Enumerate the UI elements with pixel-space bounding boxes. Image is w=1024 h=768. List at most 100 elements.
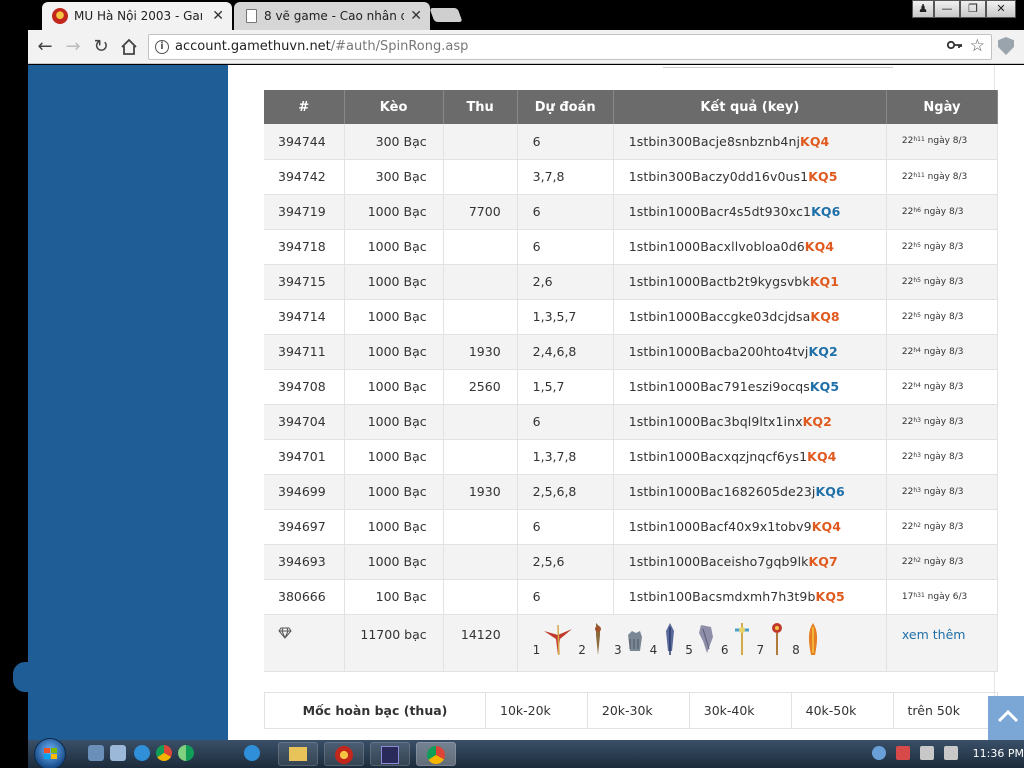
cell-thu <box>443 159 518 195</box>
screen: MU Hà Nội 2003 - Game ✕ 8 vẽ game - Cao … <box>0 0 1024 768</box>
game-icon <box>335 746 353 764</box>
show-desktop-icon[interactable] <box>88 745 104 761</box>
time-hour: 22 <box>901 416 914 427</box>
close-window-button[interactable]: ✕ <box>986 0 1016 18</box>
time-minute: h5 <box>913 276 921 284</box>
time-minute: h2 <box>913 556 921 564</box>
chrome-taskbar-button[interactable] <box>416 742 456 766</box>
tray-volume-icon[interactable] <box>944 746 958 760</box>
key-icon[interactable] <box>946 39 963 54</box>
tray-network-icon[interactable] <box>920 746 934 760</box>
table-row: 394708 1000 Bạc 2560 1,5,7 1stbin1000Bac791e… <box>264 369 999 405</box>
cell-keo: 1000 Bạc <box>344 264 444 300</box>
cell-keo: 1000 Bạc <box>344 474 444 510</box>
tray-shield-icon[interactable] <box>872 746 886 760</box>
cell-id: 394714 <box>264 299 345 335</box>
ie-pinned-icon[interactable] <box>244 745 260 761</box>
result-kq: KQ4 <box>811 519 841 534</box>
cell-ngay: 22h5 ngày 8/3 <box>886 299 999 335</box>
home-icon[interactable] <box>118 36 140 58</box>
table-row: 394719 1000 Bạc 7700 6 1stbin1000Bacr4s5dt93… <box>264 194 999 230</box>
time-hour: 22 <box>901 171 914 182</box>
new-tab-button[interactable] <box>429 8 463 22</box>
ruby-staff-icon <box>772 622 783 655</box>
table-row: 394704 1000 Bạc 6 1stbin1000Bac3bql9ltx1inx… <box>264 404 999 440</box>
tab-close-icon[interactable]: ✕ <box>212 3 224 29</box>
summary-icon-cell <box>264 614 345 672</box>
date-text: ngày 8/3 <box>923 451 964 462</box>
table-row: 394693 1000 Bạc 2,5,6 1stbin1000Baceisho7gq… <box>264 544 999 580</box>
cell-ngay: 22h2 ngày 8/3 <box>886 509 999 545</box>
time-minute: h4 <box>913 381 921 389</box>
time-minute: h6 <box>913 206 921 214</box>
item-number: 4 <box>649 642 658 657</box>
summary-items-cell: 1 2 3 4 5 6 7 8 <box>517 614 887 672</box>
page-favicon-icon <box>246 9 257 23</box>
date-text: ngày 8/3 <box>923 241 964 252</box>
page-viewport: # Kèo Thu Dự đoán Kết quả (key) Ngày 394… <box>28 65 1024 740</box>
reload-icon[interactable]: ↻ <box>90 36 112 58</box>
header-keo: Kèo <box>344 90 444 124</box>
maximize-button[interactable]: ❐ <box>960 0 986 18</box>
cell-du-doan: 2,6 <box>517 264 614 300</box>
header-ket-qua: Kết quả (key) <box>613 90 887 124</box>
time-hour: 22 <box>901 556 914 567</box>
result-key: 1stbin1000Bactb2t9kygsvbk <box>628 274 810 289</box>
address-bar[interactable]: i account.gamethuvn.net/#auth/SpinRong.a… <box>148 34 992 60</box>
tab-8-ve-game[interactable]: 8 vẽ game - Cao nhân đã ✕ <box>234 2 430 30</box>
cell-du-doan: 1,5,7 <box>517 369 614 405</box>
header-thu: Thu <box>443 90 518 124</box>
app-taskbar-button[interactable] <box>370 742 410 766</box>
explorer-taskbar-button[interactable] <box>278 742 318 766</box>
input-edge <box>663 65 893 68</box>
milestone-range: 30k-40k <box>688 692 792 729</box>
cell-ngay: 22h4 ngày 8/3 <box>886 369 999 405</box>
flame-sword-icon <box>808 622 817 655</box>
result-kq: KQ5 <box>808 169 838 184</box>
info-icon[interactable]: i <box>155 40 169 54</box>
cell-ngay: 22h2 ngày 8/3 <box>886 544 999 580</box>
result-kq: KQ1 <box>809 274 839 289</box>
cell-ket-qua: 1stbin1000Bac1682605de23jKQ6 <box>613 474 887 510</box>
time-minute: h4 <box>913 346 921 354</box>
chrome-icon[interactable] <box>156 745 172 761</box>
cell-ket-qua: 1stbin100Bacsmdxmh7h3t9bKQ5 <box>613 579 887 615</box>
cell-id: 394708 <box>264 369 345 405</box>
bookmark-star-icon[interactable]: ☆ <box>970 36 985 56</box>
item-number: 1 <box>532 642 541 657</box>
time-minute: h3 <box>913 486 921 494</box>
cell-du-doan: 6 <box>517 124 614 160</box>
time-hour: 22 <box>901 136 914 147</box>
windows-logo-icon <box>44 748 57 759</box>
tab-close-icon[interactable]: ✕ <box>410 3 422 29</box>
item-number: 6 <box>720 642 729 657</box>
chrome-alt-icon[interactable] <box>178 745 194 761</box>
url-text[interactable]: account.gamethuvn.net/#auth/SpinRong.asp <box>175 39 468 54</box>
date-text: ngày 8/3 <box>927 136 968 147</box>
time-hour: 17 <box>901 591 914 602</box>
tray-flag-icon[interactable] <box>896 746 910 760</box>
forward-arrow-icon[interactable]: → <box>62 36 84 58</box>
game-taskbar-button[interactable] <box>324 742 364 766</box>
milestone-row: Mốc hoàn bạc (thua) 10k-20k 20k-30k 30k-… <box>264 692 998 729</box>
profile-icon[interactable]: ♟ <box>912 0 934 18</box>
start-button[interactable] <box>34 738 66 768</box>
back-arrow-icon[interactable]: ← <box>34 36 56 58</box>
tab-mu-hanoi[interactable]: MU Hà Nội 2003 - Game ✕ <box>42 2 232 30</box>
item-slot: 2 <box>578 621 610 657</box>
cell-thu <box>443 124 518 160</box>
extension-shield-icon[interactable] <box>998 37 1014 55</box>
internet-explorer-icon[interactable] <box>134 745 150 761</box>
see-more-link[interactable]: xem thêm <box>902 627 966 642</box>
result-key: 1stbin100Bacsmdxmh7h3t9b <box>628 589 816 604</box>
back-to-top-button[interactable] <box>988 696 1024 740</box>
table-row: 394714 1000 Bạc 1,3,5,7 1stbin1000Baccgke03… <box>264 299 999 335</box>
result-key: 1stbin1000Bacxqzjnqcf6ys1 <box>628 449 808 464</box>
item-slot: 1 <box>533 621 575 657</box>
cell-keo: 300 Bạc <box>344 159 444 195</box>
minimize-button[interactable]: — <box>934 0 960 18</box>
clock[interactable]: 11:36 PM <box>973 747 1024 760</box>
network-screen-icon[interactable] <box>110 745 126 761</box>
cell-thu <box>443 264 518 300</box>
left-edge-widget[interactable] <box>13 662 28 692</box>
